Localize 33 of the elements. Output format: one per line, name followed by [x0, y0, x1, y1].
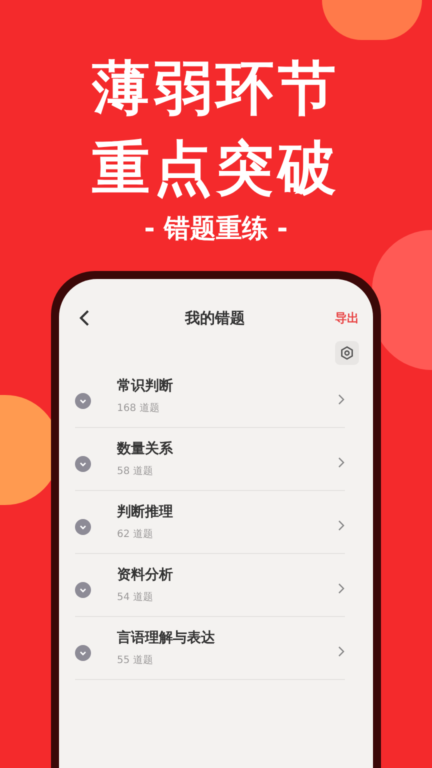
chevron-right-icon	[338, 394, 345, 404]
question-count: 55 道题	[117, 654, 154, 668]
category-row[interactable]: 数量关系 58 道题	[75, 428, 345, 491]
category-row[interactable]: 言语理解与表达 55 道题	[75, 617, 345, 680]
chevron-down-icon	[75, 393, 91, 409]
settings-button[interactable]	[335, 341, 359, 365]
category-name: 言语理解与表达	[117, 628, 216, 648]
headline: 重点突破	[92, 133, 340, 204]
chevron-right-icon	[338, 456, 345, 468]
subtitle: - 错题重练 -	[144, 213, 288, 246]
export-button[interactable]: 导出	[335, 309, 359, 327]
question-count: 54 道题	[117, 591, 154, 605]
chevron-right-icon	[338, 582, 345, 594]
category-name: 数量关系	[117, 440, 174, 459]
settings-icon	[340, 346, 354, 360]
chevron-right-icon	[338, 646, 345, 656]
chevron-down-icon	[75, 645, 91, 661]
chevron-down-icon	[75, 519, 91, 535]
question-count: 62 道题	[117, 528, 154, 542]
headline: 薄弱环节	[92, 53, 340, 124]
back-icon	[78, 309, 90, 327]
category-name: 判断推理	[117, 503, 174, 522]
question-count: 58 道题	[117, 465, 154, 479]
question-count: 168 道题	[117, 402, 160, 416]
category-name: 资料分析	[117, 566, 174, 585]
screen-title: 我的错题	[185, 308, 245, 329]
chevron-right-icon	[338, 520, 345, 530]
chevron-down-icon	[75, 456, 91, 472]
category-row[interactable]: 资料分析 54 道题	[75, 554, 345, 617]
category-name: 常识判断	[117, 377, 174, 396]
category-row[interactable]: 常识判断 168 道题	[75, 365, 345, 428]
chevron-down-icon	[75, 582, 91, 598]
category-row[interactable]: 判断推理 62 道题	[75, 491, 345, 554]
